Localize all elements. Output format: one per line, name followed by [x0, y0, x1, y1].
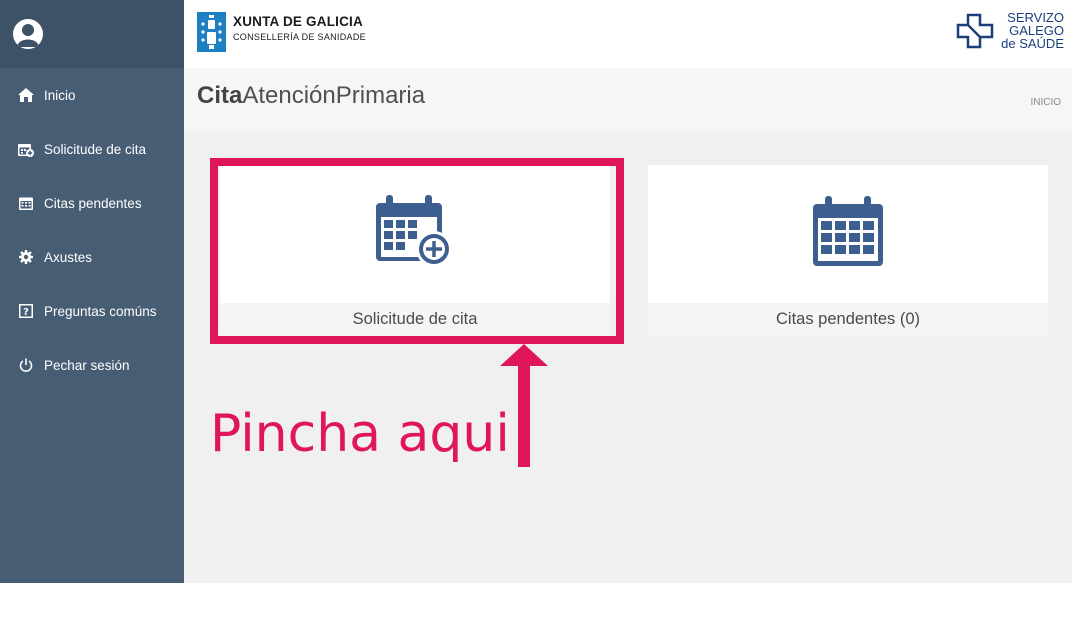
sidebar-header: [0, 0, 184, 68]
svg-text:?: ?: [23, 307, 29, 318]
org-title: XUNTA DE GALICIA: [233, 14, 363, 29]
brand-line-3: de SAÚDE: [1001, 36, 1064, 51]
home-icon: [17, 86, 35, 104]
title-bar: CitaAtenciónPrimaria INICIO: [184, 68, 1072, 131]
gear-icon: [17, 248, 35, 266]
card-label: Citas pendentes (0): [648, 303, 1048, 335]
calendar-plus-icon: [376, 195, 454, 274]
xunta-logo[interactable]: XUNTA DE GALICIA CONSELLERÍA DE SANIDADE: [197, 12, 366, 52]
sidebar-item-label: Inicio: [44, 87, 76, 103]
annotation-text: Pincha aqui: [210, 404, 510, 464]
page-title-rest: AtenciónPrimaria: [242, 82, 426, 109]
sidebar-item-pechar-sesion[interactable]: Pechar sesión: [0, 338, 184, 392]
sidebar: Inicio Solicitude de cita Citas pendente…: [0, 0, 184, 583]
sidebar-item-label: Citas pendentes: [44, 195, 142, 211]
sidebar-item-axustes[interactable]: Axustes: [0, 230, 184, 284]
page-title-bold: Cita: [197, 82, 243, 109]
calendar-plus-icon: [17, 140, 35, 158]
card-label: Solicitude de cita: [220, 303, 610, 335]
question-icon: ?: [17, 302, 35, 320]
card-solicitude-de-cita[interactable]: Solicitude de cita: [220, 165, 610, 335]
sidebar-nav: Inicio Solicitude de cita Citas pendente…: [0, 68, 184, 392]
page-title: CitaAtenciónPrimaria: [197, 82, 425, 110]
avatar[interactable]: [13, 19, 43, 49]
sidebar-item-label: Axustes: [44, 249, 93, 265]
calendar-icon: [17, 194, 35, 212]
org-subtitle: CONSELLERÍA DE SANIDADE: [233, 32, 366, 42]
sidebar-item-citas-pendentes[interactable]: Citas pendentes: [0, 176, 184, 230]
sidebar-item-preguntas[interactable]: ? Preguntas comúns: [0, 284, 184, 338]
power-icon: [17, 356, 35, 374]
calendar-icon: [813, 196, 883, 271]
sidebar-item-solicitude[interactable]: Solicitude de cita: [0, 122, 184, 176]
main-content: Solicitude de cita Citas pendentes (0): [184, 131, 1072, 583]
cross-logo-icon: [956, 11, 998, 56]
card-citas-pendentes[interactable]: Citas pendentes (0): [648, 165, 1048, 335]
top-header: XUNTA DE GALICIA CONSELLERÍA DE SANIDADE…: [184, 0, 1072, 68]
sidebar-item-label: Solicitude de cita: [44, 141, 147, 157]
breadcrumb[interactable]: INICIO: [1030, 97, 1061, 108]
sidebar-item-inicio[interactable]: Inicio: [0, 68, 184, 122]
sidebar-item-label: Pechar sesión: [44, 357, 130, 373]
galicia-emblem-icon: [197, 12, 226, 52]
sidebar-item-label: Preguntas comúns: [44, 303, 157, 319]
sergas-logo[interactable]: SERVIZO GALEGO de SAÚDE: [956, 11, 1064, 56]
